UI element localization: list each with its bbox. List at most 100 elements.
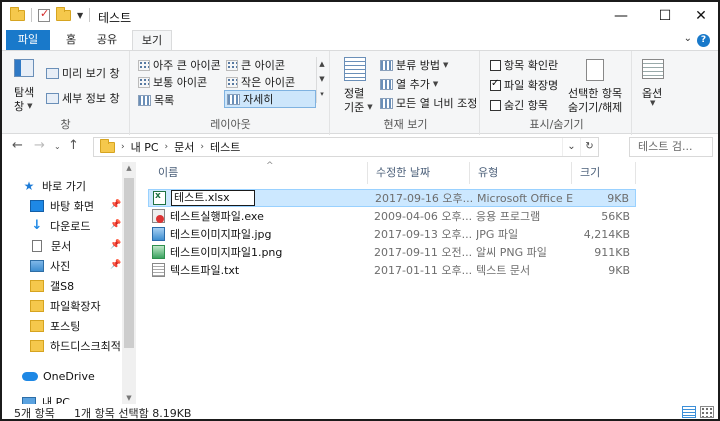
large-icons-view-icon[interactable] (700, 406, 714, 418)
fit-columns-button[interactable]: 모든 열 너비 조정 (380, 95, 477, 111)
chevron-down-icon[interactable]: ⌄ (684, 33, 692, 44)
sort-ascending-icon: ^ (266, 161, 274, 171)
document-icon (32, 240, 42, 252)
chevron-down-icon: ▼ (432, 80, 439, 88)
column-header-size[interactable]: 크기 (572, 162, 636, 184)
navigation-pane-scrollbar[interactable]: ▲ ▼ (122, 162, 136, 404)
file-name-cell: 테스트이미지파일.jpg (152, 226, 366, 242)
file-type: 응용 프로그램 (476, 210, 541, 223)
pin-icon: 📌 (110, 240, 122, 250)
file-date: 2017-09-11 오전... (374, 246, 473, 259)
file-extensions-toggle[interactable]: 파일 확장명 (490, 77, 558, 93)
scrollbar-thumb[interactable] (124, 178, 134, 348)
address-bar[interactable]: › 내 PC › 문서 › 테스트 ⌄ ↻ (93, 137, 599, 157)
options-dropdown[interactable]: ▼ (650, 99, 655, 107)
png-file-icon (152, 245, 165, 259)
breadcrumb-this-pc[interactable]: 내 PC (131, 139, 159, 155)
breadcrumb-test[interactable]: 테스트 (210, 139, 240, 155)
layout-large-icons[interactable]: 큰 아이콘 (226, 57, 285, 73)
tab-view[interactable]: 보기 (132, 30, 172, 51)
back-arrow-icon[interactable]: ← (12, 138, 23, 153)
file-row[interactable]: 테스트이미지파일.jpg 2017-09-13 오후... JPG 파일 4,2… (148, 225, 636, 243)
layout-extra-large-icons[interactable]: 아주 큰 아이콘 (138, 57, 221, 73)
sort-by-dropdown[interactable]: 기준 ▼ (344, 99, 373, 115)
chevron-down-icon: ▼ (442, 61, 449, 69)
window-title: 테스트 (98, 11, 132, 25)
add-columns-button[interactable]: 열 추가 ▼ (380, 76, 438, 92)
tab-home[interactable]: 홈 (56, 30, 86, 50)
current-view-group: 정렬 기준 ▼ 분류 방법 ▼ 열 추가 ▼ 모든 열 너비 조정 현재 보기 (332, 51, 480, 135)
divider (89, 8, 91, 22)
preview-pane-label: 미리 보기 창 (62, 67, 120, 80)
group-by-button[interactable]: 분류 방법 ▼ (380, 57, 448, 73)
medium-icons-icon (138, 76, 150, 88)
column-header-type[interactable]: 유형 (470, 162, 572, 184)
file-row[interactable]: 텍스트파일.txt 2017-01-11 오후... 텍스트 문서 9KB (148, 261, 636, 279)
column-label: 유형 (478, 166, 499, 179)
folder-icon (30, 280, 44, 292)
extra-large-icons-icon (138, 59, 150, 71)
forward-arrow-icon[interactable]: → (34, 138, 45, 153)
minimize-button[interactable]: — (598, 2, 644, 30)
breadcrumb-documents[interactable]: 문서 (174, 139, 194, 155)
preview-pane-icon (46, 67, 59, 79)
help-icon[interactable]: ? (697, 34, 710, 47)
file-row[interactable]: 테스트이미지파일1.png 2017-09-11 오전... 알씨 PNG 파일… (148, 243, 636, 261)
layout-gallery-scroll[interactable]: ▲ ▼ ▾ (316, 57, 327, 103)
layout-small-icons[interactable]: 작은 아이콘 (226, 74, 295, 90)
scroll-up-icon[interactable]: ▲ (122, 164, 136, 172)
file-size: 56KB (601, 209, 630, 223)
recent-locations-icon[interactable]: ⌄ (54, 142, 61, 151)
hide-selected-button2[interactable]: 숨기기/해제 (568, 99, 622, 115)
tab-share[interactable]: 공유 (90, 30, 124, 50)
search-placeholder: 테스트 검... (638, 140, 693, 153)
refresh-icon[interactable]: ↻ (580, 138, 598, 156)
new-folder-icon[interactable] (56, 6, 71, 21)
layout-label: 보통 아이콘 (153, 76, 208, 89)
navigation-pane-icon (14, 59, 34, 77)
image-file-icon (152, 227, 165, 241)
hidden-items-toggle[interactable]: 숨긴 항목 (490, 97, 548, 113)
executable-file-icon (152, 209, 165, 223)
navigation-pane-dropdown[interactable]: 창 ▼ (14, 98, 33, 114)
customize-toolbar-icon[interactable]: ▼ (77, 11, 83, 20)
layout-medium-icons[interactable]: 보통 아이콘 (138, 74, 207, 90)
hide-selected-icon (586, 59, 604, 81)
nav-label: 문서 (51, 240, 72, 253)
star-icon: ★ (23, 179, 35, 193)
checkbox[interactable] (490, 99, 501, 111)
tab-file[interactable]: 파일 (6, 30, 50, 50)
checkbox-checked[interactable] (490, 78, 501, 91)
file-row[interactable]: 테스트실행파일.exe 2009-04-06 오후... 응용 프로그램 56K… (148, 207, 636, 225)
breadcrumb-separator-icon[interactable]: › (121, 142, 125, 152)
excel-file-icon (153, 191, 166, 205)
preview-pane-button[interactable]: 미리 보기 창 (46, 65, 120, 81)
breadcrumb-separator-icon[interactable]: › (200, 142, 204, 152)
close-button[interactable]: ✕ (678, 2, 718, 30)
pin-icon: 📌 (110, 220, 122, 230)
file-size: 4,214KB (583, 227, 630, 241)
checkbox[interactable] (490, 59, 501, 71)
layout-list[interactable]: 목록 (138, 92, 174, 108)
column-header-date[interactable]: 수정한 날짜 (368, 162, 470, 184)
nav-folder-disk-optimize[interactable]: 하드디스크최적: (30, 336, 122, 356)
item-checkboxes-toggle[interactable]: 항목 확인란 (490, 57, 558, 73)
scroll-down-icon[interactable]: ▼ (122, 394, 136, 402)
cloud-icon (22, 371, 38, 381)
address-dropdown-icon[interactable]: ⌄ (562, 138, 580, 156)
item-checkboxes-label: 항목 확인란 (504, 59, 559, 72)
layout-label: 목록 (154, 94, 175, 107)
search-input[interactable]: 테스트 검... (629, 137, 713, 157)
rename-input[interactable]: 테스트.xlsx (171, 190, 255, 206)
file-name-cell: 테스트.xlsx (153, 190, 367, 206)
breadcrumb-separator-icon[interactable]: › (165, 142, 169, 152)
group-by-icon (380, 59, 393, 71)
group-by-label: 분류 방법 (396, 59, 440, 72)
properties-icon[interactable] (38, 7, 50, 22)
column-header-name[interactable]: ^ 이름 (150, 161, 368, 184)
details-view-icon[interactable] (682, 406, 696, 418)
details-pane-button[interactable]: 세부 정보 창 (46, 90, 120, 106)
up-arrow-icon[interactable]: ↑ (68, 138, 79, 153)
layout-details[interactable]: 자세히 (224, 90, 316, 108)
file-row[interactable]: 테스트.xlsx 2017-09-16 오후... Microsoft Offi… (148, 189, 636, 207)
